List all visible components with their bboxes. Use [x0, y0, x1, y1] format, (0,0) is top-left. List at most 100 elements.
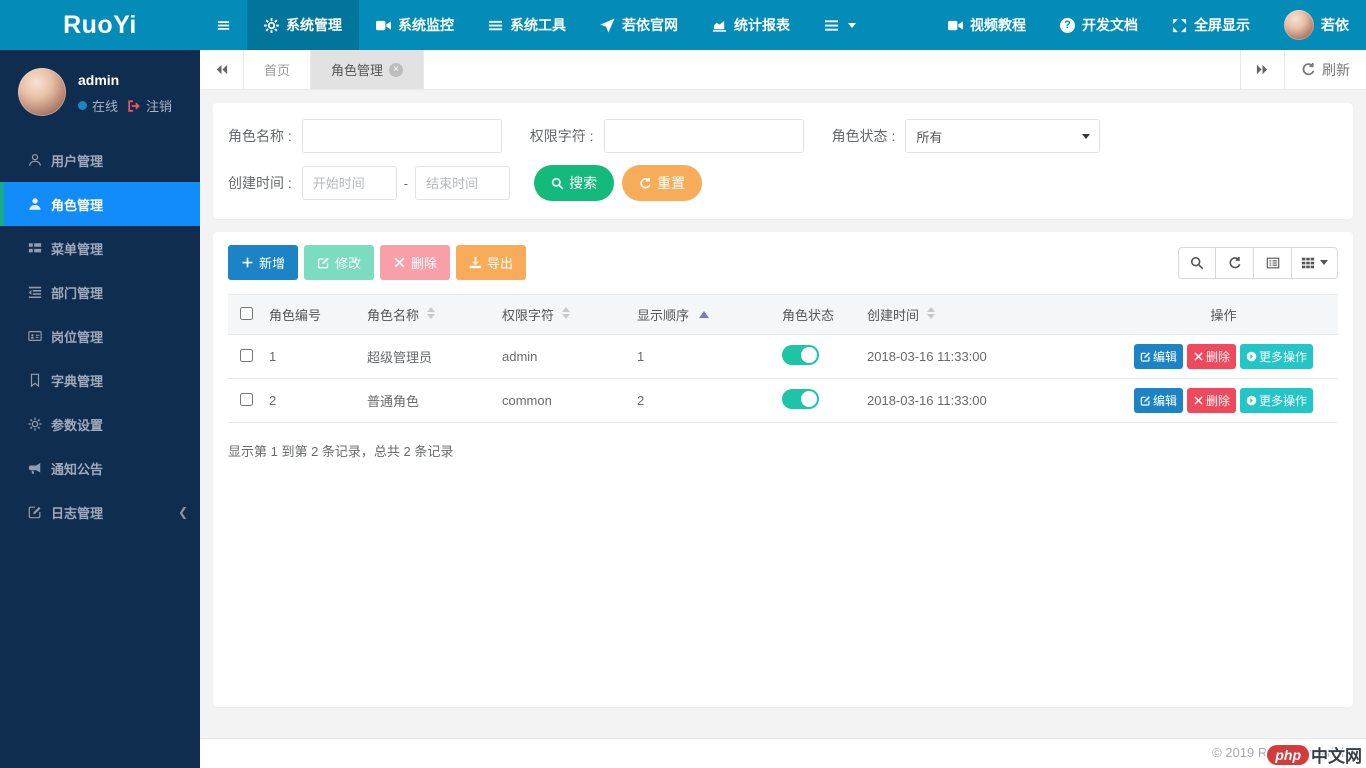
sidebar-item-label: 部门管理 — [51, 283, 103, 302]
bookmark-icon — [28, 373, 42, 387]
sidebar: admin 在线 注销 用户管理 角色管理 菜单管理 部门管理 — [0, 50, 200, 768]
tab-role-management[interactable]: 角色管理 × — [311, 50, 424, 89]
double-right-icon — [1255, 62, 1270, 77]
role-status-select[interactable]: 所有 — [905, 119, 1100, 153]
id-card-icon — [28, 329, 42, 343]
sidebar-avatar[interactable] — [18, 68, 66, 116]
sidebar-toggle-button[interactable] — [200, 0, 247, 50]
nav-fullscreen[interactable]: 全屏显示 — [1155, 0, 1267, 50]
row-edit-button[interactable]: 编辑 — [1134, 388, 1183, 413]
cell-display-order: 2 — [629, 379, 774, 423]
caret-down-icon — [848, 23, 856, 28]
search-icon — [551, 177, 564, 190]
user-avatar — [1284, 10, 1314, 40]
show-search-button[interactable] — [1178, 247, 1216, 279]
sidebar-item-posts[interactable]: 岗位管理 — [0, 314, 200, 358]
end-time-input[interactable] — [415, 166, 510, 200]
add-button[interactable]: 新增 — [228, 245, 298, 280]
sidebar-item-roles[interactable]: 角色管理 — [0, 182, 200, 226]
refresh-tab-button[interactable]: 刷新 — [1284, 50, 1366, 89]
select-caret-icon — [1082, 134, 1090, 139]
role-icon — [28, 197, 42, 211]
columns-grid-icon — [1301, 256, 1315, 270]
row-delete-button[interactable]: 删除 — [1187, 388, 1236, 413]
cell-create-time: 2018-03-16 11:33:00 — [859, 335, 1109, 379]
refresh-icon — [1301, 62, 1316, 77]
sidebar-item-label: 日志管理 — [51, 503, 103, 522]
row-more-button[interactable]: 更多操作 — [1240, 388, 1313, 413]
start-time-input[interactable] — [302, 166, 397, 200]
cell-role-id: 2 — [261, 379, 359, 423]
row-more-button[interactable]: 更多操作 — [1240, 344, 1313, 369]
tab-home[interactable]: 首页 — [244, 50, 311, 89]
page-content: 角色名称 : 权限字符 : 角色状态 : 所有 创建时间 : — [200, 90, 1366, 738]
nav-dev-docs[interactable]: ? 开发文档 — [1043, 0, 1155, 50]
columns-button[interactable] — [1292, 247, 1338, 279]
tabs-scroll-left-button[interactable] — [200, 50, 244, 89]
sidebar-item-label: 岗位管理 — [51, 327, 103, 346]
sidebar-item-departments[interactable]: 部门管理 — [0, 270, 200, 314]
arrow-circle-icon — [1246, 395, 1257, 406]
hamburger-icon — [216, 18, 231, 33]
row-delete-button[interactable]: 删除 — [1187, 344, 1236, 369]
select-all-checkbox[interactable] — [240, 307, 253, 320]
menu-list-icon — [824, 18, 839, 33]
sidebar-item-parameters[interactable]: 参数设置 — [0, 402, 200, 446]
search-button[interactable]: 搜索 — [534, 165, 614, 201]
row-checkbox[interactable] — [240, 349, 253, 362]
column-actions: 操作 — [1109, 295, 1338, 335]
range-separator: - — [404, 176, 408, 191]
edit-button[interactable]: 修改 — [304, 245, 374, 280]
refresh-icon — [1228, 256, 1242, 270]
sidebar-item-logs[interactable]: 日志管理 ❮ — [0, 490, 200, 534]
nav-statistics[interactable]: 统计报表 — [695, 0, 807, 50]
row-edit-button[interactable]: 编辑 — [1134, 344, 1183, 369]
logout-link[interactable]: 注销 — [146, 96, 172, 115]
refresh-table-button[interactable] — [1216, 247, 1254, 279]
video-camera-icon — [376, 18, 391, 33]
sort-icon — [927, 307, 935, 319]
nav-system-tools[interactable]: 系统工具 — [471, 0, 583, 50]
column-role-status: 角色状态 — [774, 295, 859, 335]
reset-button[interactable]: 重置 — [622, 165, 702, 201]
nav-more-menu-dropdown[interactable] — [807, 0, 873, 50]
sidebar-menu: 用户管理 角色管理 菜单管理 部门管理 岗位管理 字典管理 参数设置 通知公告 — [0, 138, 200, 534]
column-display-order[interactable]: 显示顺序 — [629, 295, 774, 335]
nav-system-monitor[interactable]: 系统监控 — [359, 0, 471, 50]
main-area: 首页 角色管理 × 刷新 角色名称 : 权限字符 : — [200, 50, 1366, 768]
sidebar-item-notices[interactable]: 通知公告 — [0, 446, 200, 490]
role-name-label: 角色名称 : — [228, 126, 292, 146]
toggle-view-button[interactable] — [1254, 247, 1292, 279]
th-list-icon — [28, 241, 42, 255]
video-icon — [948, 18, 963, 33]
status-toggle[interactable] — [782, 389, 819, 409]
plus-icon — [241, 256, 254, 269]
table-panel: 新增 修改 删除 导出 — [213, 232, 1353, 707]
status-toggle[interactable] — [782, 345, 819, 365]
brand-logo[interactable]: RuoYi — [0, 0, 200, 50]
perm-string-input[interactable] — [604, 119, 804, 153]
column-role-id: 角色编号 — [261, 295, 359, 335]
sidebar-item-menus[interactable]: 菜单管理 — [0, 226, 200, 270]
sidebar-item-users[interactable]: 用户管理 — [0, 138, 200, 182]
nav-official-site[interactable]: 若依官网 — [583, 0, 695, 50]
column-perm-string[interactable]: 权限字符 — [494, 295, 629, 335]
question-circle-icon: ? — [1060, 18, 1075, 33]
role-name-input[interactable] — [302, 119, 502, 153]
create-time-label: 创建时间 : — [228, 173, 292, 193]
column-create-time[interactable]: 创建时间 — [859, 295, 1109, 335]
cell-create-time: 2018-03-16 11:33:00 — [859, 379, 1109, 423]
nav-video-tutorial[interactable]: 视频教程 — [931, 0, 1043, 50]
export-button[interactable]: 导出 — [456, 245, 526, 280]
download-icon — [469, 256, 482, 269]
fullscreen-icon — [1172, 18, 1187, 33]
row-checkbox[interactable] — [240, 393, 253, 406]
tab-close-icon[interactable]: × — [389, 63, 403, 77]
tabs-scroll-right-button[interactable] — [1240, 50, 1284, 89]
delete-button[interactable]: 删除 — [380, 245, 450, 280]
nav-system-management[interactable]: 系统管理 — [247, 0, 359, 50]
sidebar-item-dictionary[interactable]: 字典管理 — [0, 358, 200, 402]
nav-user-profile[interactable]: 若依 — [1267, 0, 1366, 50]
column-role-name[interactable]: 角色名称 — [359, 295, 494, 335]
online-status-label: 在线 — [92, 96, 118, 115]
